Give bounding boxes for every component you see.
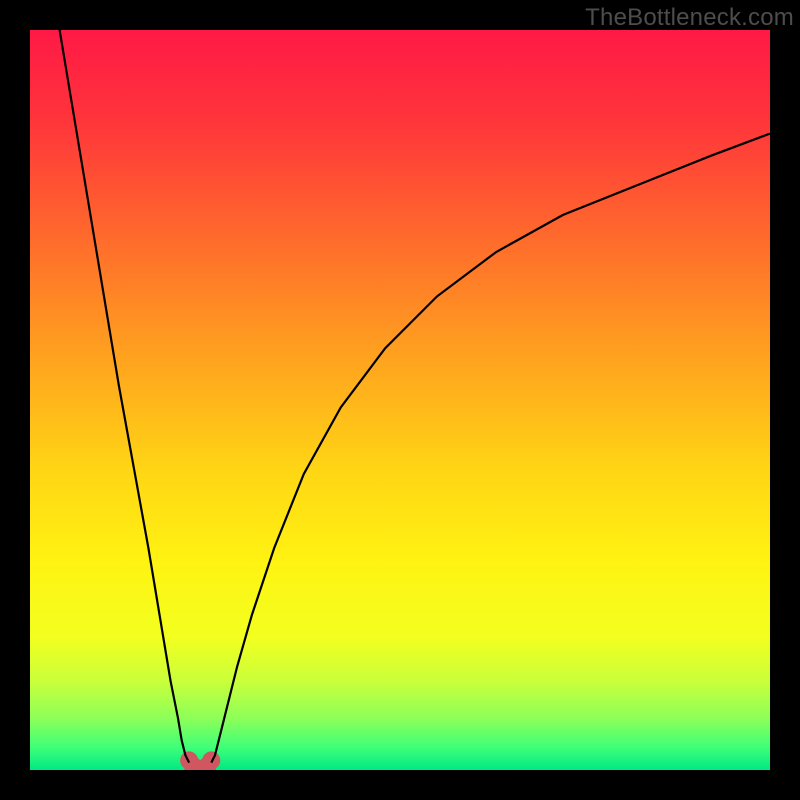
chart-frame xyxy=(30,30,770,770)
gradient-background xyxy=(30,30,770,770)
chart-svg xyxy=(30,30,770,770)
watermark-text: TheBottleneck.com xyxy=(585,4,794,32)
